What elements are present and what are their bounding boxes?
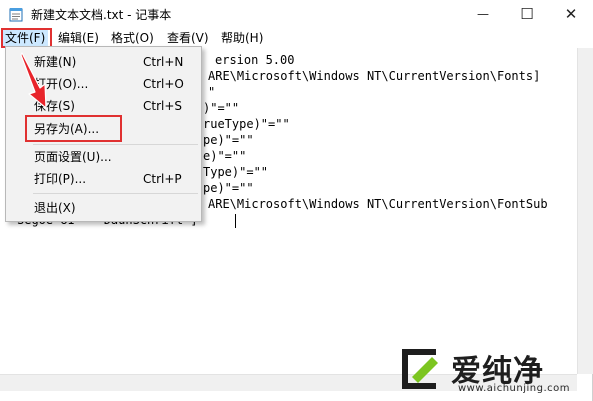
watermark-url: www.aichunjing.com: [458, 383, 570, 394]
red-arrow-icon: [20, 52, 47, 109]
annotation-arrow: [20, 52, 47, 109]
watermark: 爱纯净 www.aichunjing.com: [396, 343, 591, 397]
brand-logo-icon: [402, 349, 438, 389]
notepad-window: 新建文本文档.txt - 记事本 — ☐ ✕ 文件(F) 编辑(E) 格式(O)…: [0, 0, 593, 401]
